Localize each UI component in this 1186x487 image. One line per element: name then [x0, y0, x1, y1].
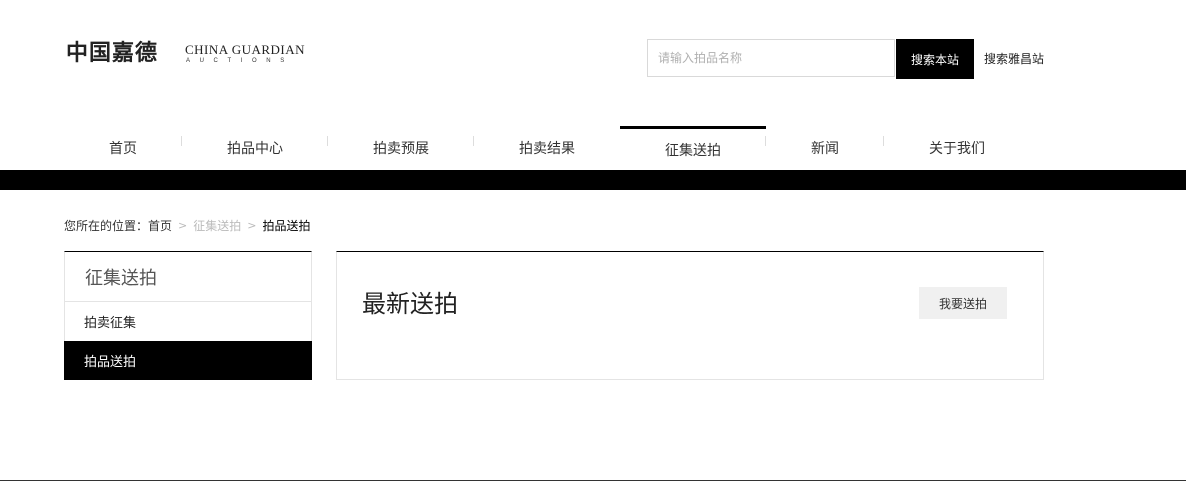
breadcrumb: 您所在的位置： 首页 > 征集送拍 > 拍品送拍	[64, 218, 311, 234]
search-site-button[interactable]: 搜索本站	[896, 39, 974, 79]
nav-item-preview[interactable]: 拍卖预展	[328, 126, 474, 170]
nav-item-results[interactable]: 拍卖结果	[474, 126, 620, 170]
logo-english-sub: AUCTIONS	[186, 58, 294, 64]
nav-item-lots[interactable]: 拍品中心	[182, 126, 328, 170]
chevron-right-icon: >	[247, 219, 257, 232]
main-nav: 首页 拍品中心 拍卖预展 拍卖结果 征集送拍 新闻 关于我们	[50, 126, 1050, 170]
footer-divider	[0, 480, 1186, 481]
breadcrumb-home[interactable]: 首页	[148, 218, 172, 234]
sidebar-item-auction-collection[interactable]: 拍卖征集	[65, 302, 311, 341]
nav-item-news[interactable]: 新闻	[766, 126, 884, 170]
breadcrumb-prefix: 您所在的位置：	[64, 219, 149, 233]
sidebar-title: 征集送拍	[65, 252, 311, 302]
consign-button[interactable]: 我要送拍	[919, 287, 1007, 319]
sidebar: 征集送拍 拍卖征集 拍品送拍	[64, 251, 312, 380]
logo-chinese[interactable]: 中国嘉德	[66, 40, 158, 66]
chevron-right-icon: >	[178, 219, 188, 232]
nav-item-consignment[interactable]: 征集送拍	[620, 126, 766, 170]
breadcrumb-current: 拍品送拍	[262, 219, 311, 233]
nav-item-home[interactable]: 首页	[50, 126, 196, 170]
breadcrumb-consignment[interactable]: 征集送拍	[193, 218, 241, 234]
nav-item-about[interactable]: 关于我们	[884, 126, 1030, 170]
nav-bottom-band	[0, 170, 1186, 190]
page-title: 最新送拍	[362, 290, 458, 318]
search-artron-link[interactable]: 搜索雅昌站	[984, 51, 1044, 67]
search-input[interactable]	[648, 40, 894, 76]
sidebar-item-lot-consignment[interactable]: 拍品送拍	[64, 341, 312, 380]
logo-english[interactable]: CHINA GUARDIAN	[185, 43, 305, 57]
search-box	[647, 39, 895, 77]
